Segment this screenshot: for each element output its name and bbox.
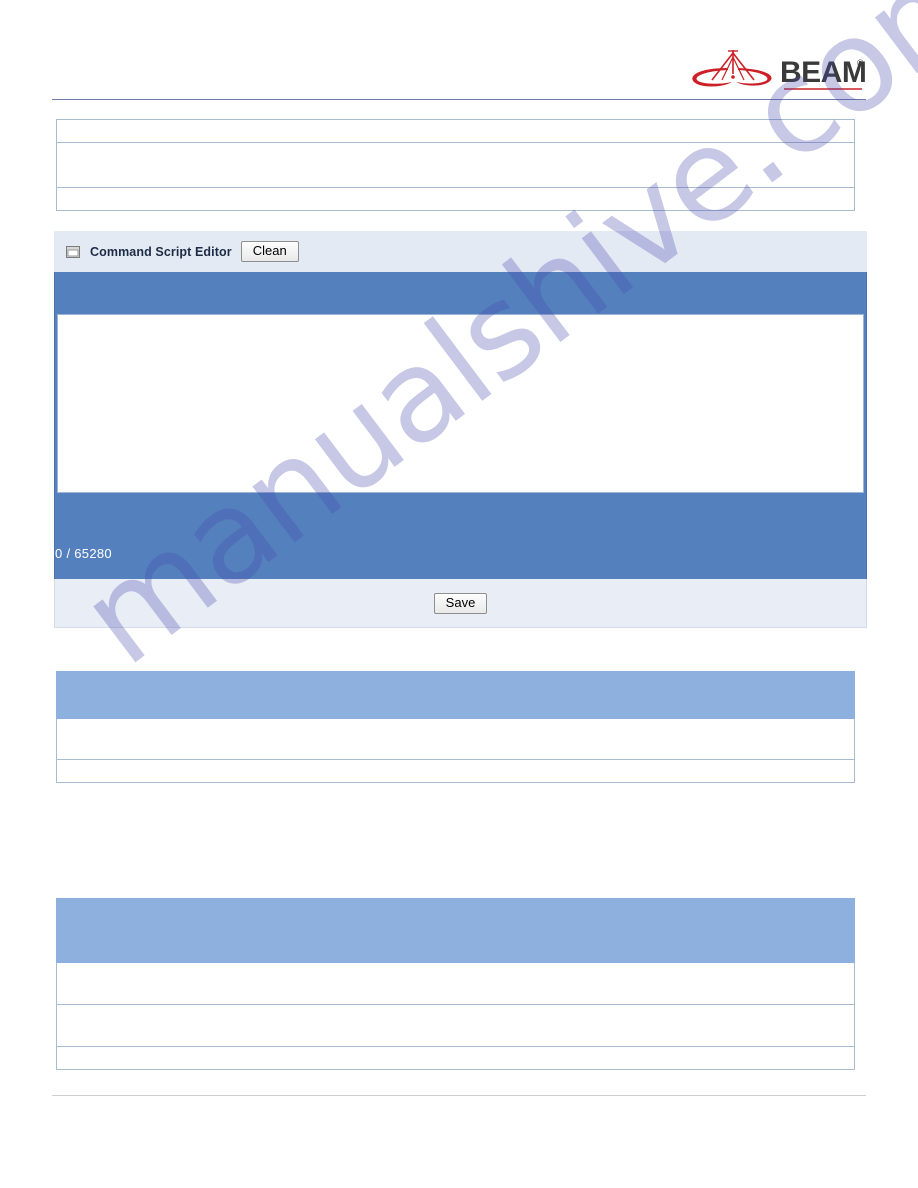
table-row xyxy=(56,1046,855,1070)
beam-antenna-logo: BEAM ® xyxy=(692,50,866,90)
svg-text:®: ® xyxy=(857,58,864,68)
table-row xyxy=(56,962,855,1005)
collapse-panel-icon[interactable] xyxy=(66,245,80,258)
svg-text:BEAM: BEAM xyxy=(780,56,866,89)
top-spec-table xyxy=(56,119,855,211)
table-cell xyxy=(56,187,855,211)
table-header-row xyxy=(56,671,855,719)
table-header-cell xyxy=(56,671,855,719)
header-divider xyxy=(52,99,866,100)
table-row xyxy=(56,718,855,760)
table-row xyxy=(56,1004,855,1047)
table-cell xyxy=(56,119,855,143)
save-button[interactable]: Save xyxy=(433,592,488,614)
table-row xyxy=(56,759,855,783)
panel-footer: Save xyxy=(54,579,867,628)
editor-status-band: 0 / 65280 xyxy=(54,493,867,579)
table-row xyxy=(56,119,855,143)
table-cell xyxy=(56,718,855,760)
script-textarea[interactable] xyxy=(57,314,864,493)
middle-spec-table xyxy=(56,671,855,783)
editor-toolbar[interactable] xyxy=(54,272,867,314)
table-cell xyxy=(56,759,855,783)
editor-area-container xyxy=(54,314,867,493)
table-row xyxy=(56,142,855,188)
panel-title: Command Script Editor xyxy=(90,244,232,259)
table-cell xyxy=(56,1004,855,1047)
table-header-cell xyxy=(56,898,855,963)
beam-logo: BEAM ® xyxy=(688,44,866,92)
page-header: BEAM ® xyxy=(0,0,918,100)
table-cell xyxy=(56,142,855,188)
table-header-row xyxy=(56,898,855,963)
bottom-spec-table xyxy=(56,898,855,1070)
character-counter: 0 / 65280 xyxy=(55,546,112,561)
footer-divider xyxy=(52,1095,866,1096)
panel-header: Command Script Editor Clean xyxy=(54,231,867,272)
table-cell xyxy=(56,962,855,1005)
clean-button[interactable]: Clean xyxy=(240,241,299,262)
command-script-editor-panel: Command Script Editor Clean 0 / 65280 Sa… xyxy=(54,231,867,629)
table-cell xyxy=(56,1046,855,1070)
table-row xyxy=(56,187,855,211)
